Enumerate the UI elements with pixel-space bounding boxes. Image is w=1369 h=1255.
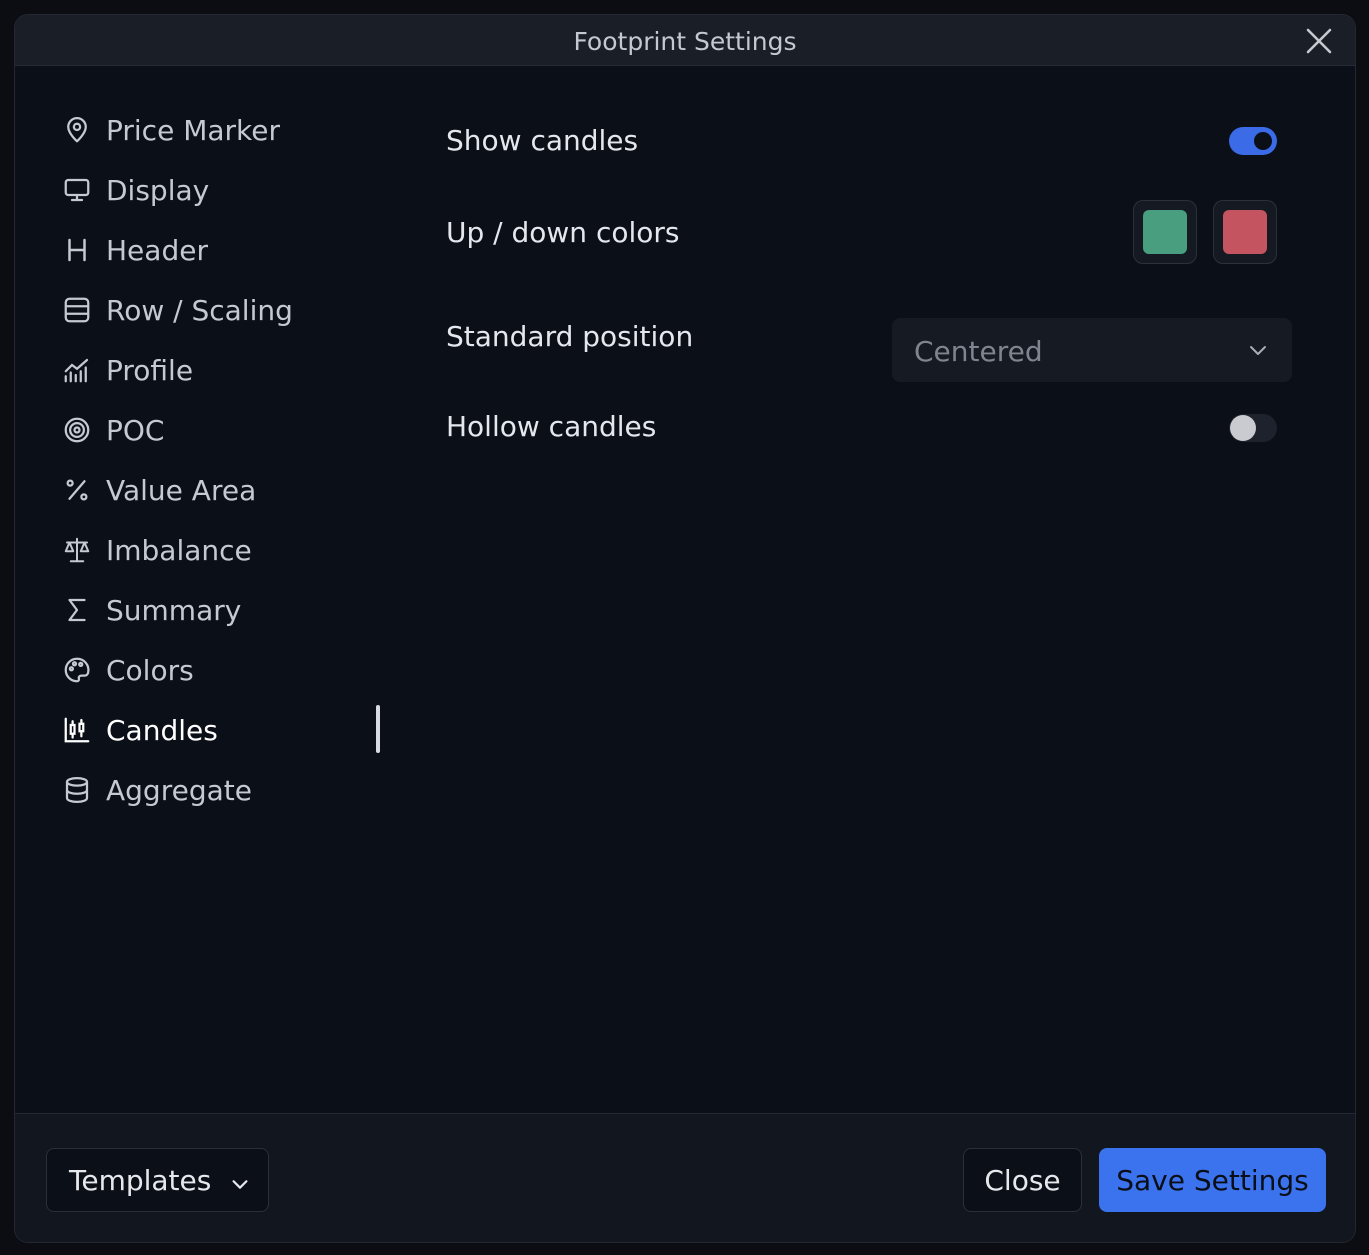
palette-icon — [61, 654, 93, 686]
database-icon — [61, 774, 93, 806]
up-color-fill — [1143, 210, 1187, 254]
standard-position-label: Standard position — [446, 320, 694, 353]
sidebar-item-poc[interactable]: POC — [61, 407, 381, 453]
sidebar-item-label: Aggregate — [106, 773, 252, 807]
sidebar-item-candles[interactable]: Candles — [61, 707, 381, 753]
sidebar-item-value-area[interactable]: Value Area — [61, 467, 381, 513]
sidebar-item-display[interactable]: Display — [61, 167, 381, 213]
target-icon — [61, 414, 93, 446]
select-value: Centered — [914, 335, 1043, 368]
templates-button[interactable]: Templates — [46, 1148, 269, 1212]
sidebar-item-header[interactable]: Header — [61, 227, 381, 273]
toggle-knob — [1252, 130, 1274, 152]
sidebar-item-colors[interactable]: Colors — [61, 647, 381, 693]
sidebar-item-aggregate[interactable]: Aggregate — [61, 767, 381, 813]
hollow-candles-toggle[interactable] — [1229, 414, 1277, 442]
monitor-icon — [61, 174, 93, 206]
scale-icon — [61, 534, 93, 566]
show-candles-label: Show candles — [446, 124, 639, 157]
down-color-fill — [1223, 210, 1267, 254]
sidebar-item-imbalance[interactable]: Imbalance — [61, 527, 381, 573]
sidebar-item-label: Candles — [106, 713, 218, 747]
show-candles-toggle[interactable] — [1229, 127, 1277, 155]
dialog-footer: Templates Close Save Settings — [15, 1113, 1355, 1242]
sidebar-item-label: POC — [106, 413, 165, 447]
sidebar-item-label: Colors — [106, 653, 194, 687]
title-bar: Footprint Settings — [15, 15, 1355, 66]
templates-label: Templates — [69, 1163, 212, 1197]
percent-icon — [61, 474, 93, 506]
candlestick-icon — [61, 714, 93, 746]
sidebar-item-label: Header — [106, 233, 208, 267]
close-button[interactable]: Close — [963, 1148, 1082, 1212]
settings-content: Show candles Up / down colors Standard p… — [395, 66, 1355, 1113]
up-color-swatch[interactable] — [1133, 200, 1197, 264]
chevron-down-icon — [1246, 338, 1270, 362]
sigma-icon — [61, 594, 93, 626]
sidebar-item-profile[interactable]: Profile — [61, 347, 381, 393]
hollow-candles-label: Hollow candles — [446, 410, 657, 443]
settings-sidebar: Price Marker Display Header Row / Scalin… — [15, 66, 395, 1113]
map-pin-icon — [61, 114, 93, 146]
up-down-colors-label: Up / down colors — [446, 216, 680, 249]
sidebar-item-price-marker[interactable]: Price Marker — [61, 107, 381, 153]
sidebar-item-label: Value Area — [106, 473, 257, 507]
sidebar-item-label: Profile — [106, 353, 194, 387]
sidebar-item-summary[interactable]: Summary — [61, 587, 381, 633]
profile-chart-icon — [61, 354, 93, 386]
sidebar-item-label: Price Marker — [106, 113, 280, 147]
sidebar-item-label: Summary — [106, 593, 242, 627]
active-indicator — [376, 705, 380, 753]
footprint-settings-dialog: Footprint Settings Price Marker Display … — [14, 14, 1356, 1243]
standard-position-select[interactable]: Centered — [892, 318, 1292, 382]
chevron-down-icon — [229, 1169, 251, 1191]
sidebar-item-label: Display — [106, 173, 210, 207]
save-settings-button[interactable]: Save Settings — [1099, 1148, 1326, 1212]
heading-icon — [61, 234, 93, 266]
sidebar-item-label: Imbalance — [106, 533, 252, 567]
close-icon[interactable] — [1303, 25, 1335, 57]
toggle-knob — [1230, 415, 1256, 441]
dialog-title: Footprint Settings — [573, 27, 797, 56]
rows-icon — [61, 294, 93, 326]
down-color-swatch[interactable] — [1213, 200, 1277, 264]
sidebar-item-label: Row / Scaling — [106, 293, 293, 327]
sidebar-item-row-scaling[interactable]: Row / Scaling — [61, 287, 381, 333]
